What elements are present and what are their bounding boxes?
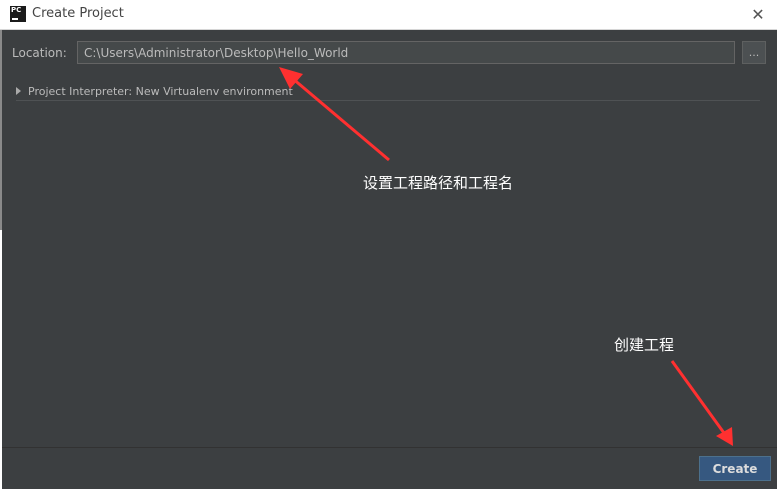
close-icon: ✕ (751, 4, 765, 24)
create-annotation: 创建工程 (614, 336, 675, 354)
triangle-right-icon (16, 87, 21, 95)
logo-text: PC (11, 6, 22, 14)
title-bar: PC Create Project ✕ (0, 0, 777, 30)
browse-button[interactable]: ... (742, 41, 766, 64)
path-annotation: 设置工程路径和工程名 (363, 174, 514, 192)
pycharm-logo-icon: PC (10, 6, 26, 22)
create-project-dialog: Location: ... Project Interpreter: New V… (2, 30, 777, 489)
close-button[interactable]: ✕ (747, 3, 769, 25)
location-input[interactable] (77, 41, 735, 64)
project-interpreter-toggle[interactable]: Project Interpreter: New Virtualenv envi… (16, 82, 760, 101)
project-interpreter-label: Project Interpreter: New Virtualenv envi… (28, 84, 293, 98)
location-label: Location: (12, 46, 67, 60)
create-button[interactable]: Create (699, 456, 771, 481)
window-title: Create Project (32, 6, 124, 21)
footer-divider (2, 447, 777, 448)
